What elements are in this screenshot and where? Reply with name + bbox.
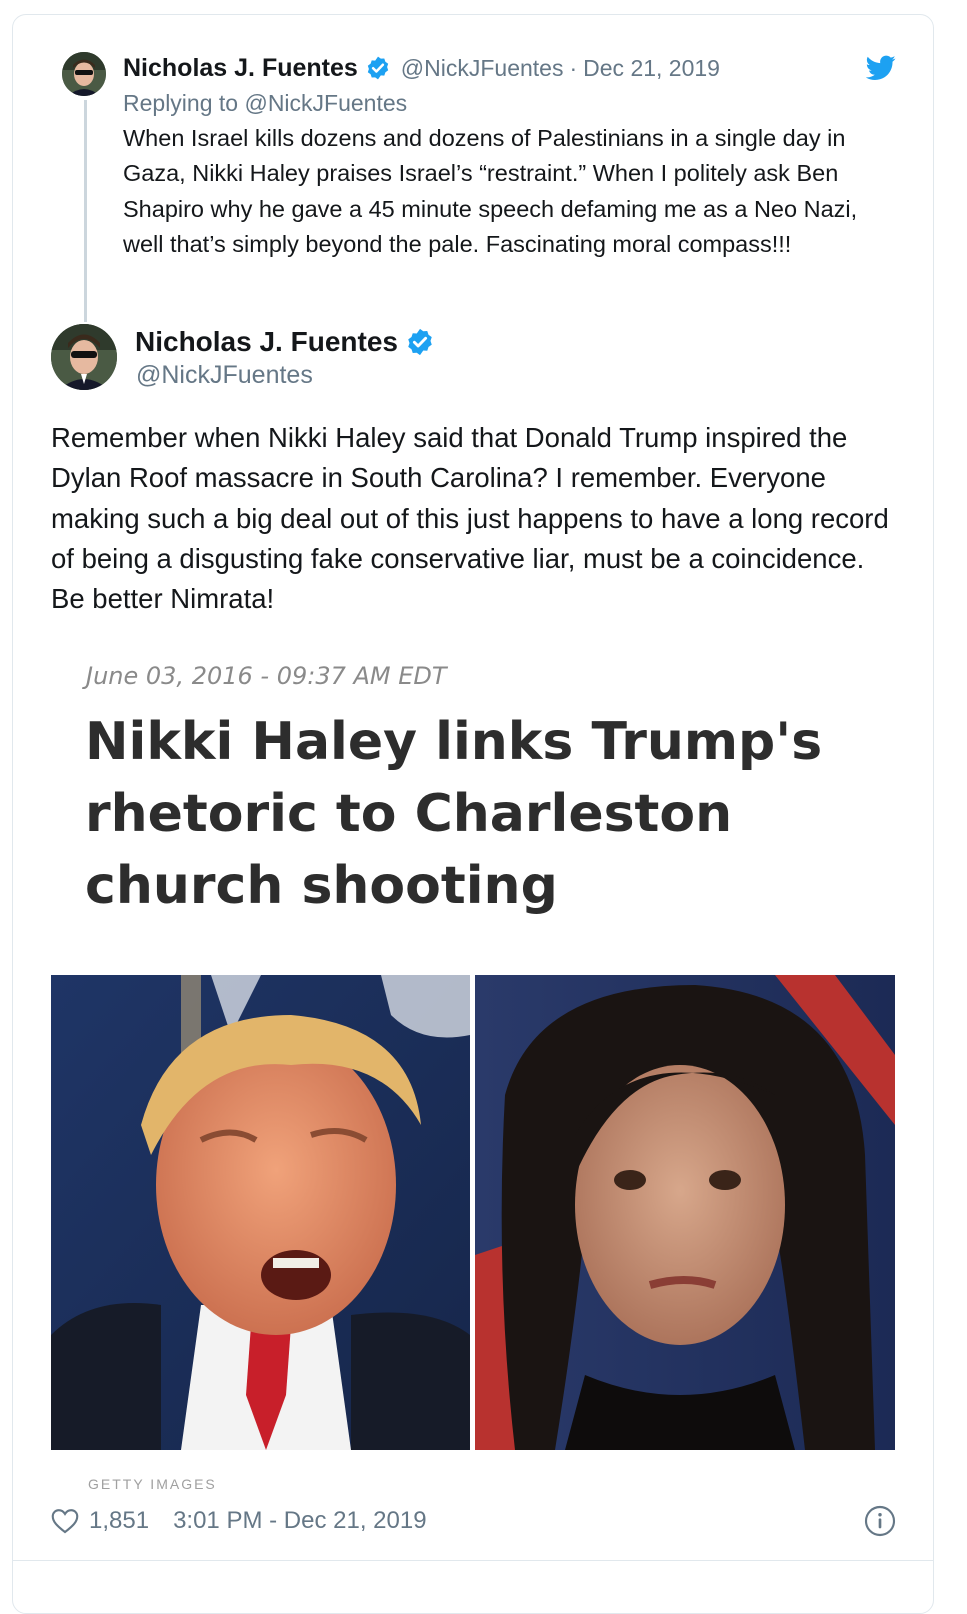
verified-badge-icon bbox=[405, 327, 435, 357]
twitter-bird-icon[interactable] bbox=[865, 55, 896, 81]
verified-badge-icon bbox=[365, 55, 391, 81]
main-tweet-text: Remember when Nikki Haley said that Dona… bbox=[51, 422, 889, 615]
heart-icon[interactable] bbox=[51, 1508, 79, 1534]
thread-connector bbox=[84, 100, 87, 322]
parent-handle[interactable]: @NickJFuentes bbox=[401, 55, 564, 82]
main-avatar[interactable] bbox=[51, 324, 117, 390]
separator-dot: · bbox=[569, 54, 578, 81]
parent-avatar[interactable] bbox=[62, 52, 106, 96]
tweet-footer: 1,851 3:01 PM - Dec 21, 2019 bbox=[51, 1503, 427, 1539]
info-icon[interactable] bbox=[864, 1505, 896, 1537]
parent-author-name[interactable]: Nicholas J. Fuentes bbox=[123, 54, 358, 83]
main-handle[interactable]: @NickJFuentes bbox=[136, 361, 313, 390]
main-author: Nicholas J. Fuentes bbox=[135, 326, 435, 358]
replying-prefix: Replying to bbox=[123, 90, 239, 116]
photo-haley bbox=[475, 975, 895, 1450]
parent-tweet-header: Nicholas J. Fuentes @NickJFuentes · Dec … bbox=[123, 54, 720, 82]
parent-tweet-text: When Israel kills dozens and dozens of P… bbox=[123, 125, 858, 257]
main-author-name[interactable]: Nicholas J. Fuentes bbox=[135, 326, 398, 358]
photo-credit: GETTY IMAGES bbox=[88, 1476, 217, 1490]
footer-divider bbox=[12, 1560, 934, 1561]
parent-date[interactable]: Dec 21, 2019 bbox=[583, 55, 720, 82]
article-date: June 03, 2016 - 09:37 AM EDT bbox=[86, 662, 447, 690]
article-headline: Nikki Haley links Trump's rhetoric to Ch… bbox=[85, 712, 823, 916]
like-count[interactable]: 1,851 bbox=[89, 1507, 149, 1535]
attached-article-image[interactable]: June 03, 2016 - 09:37 AM EDT Nikki Haley… bbox=[51, 640, 895, 1490]
replying-to-link[interactable]: @NickJFuentes bbox=[244, 90, 407, 116]
replying-to: Replying to @NickJFuentes bbox=[123, 90, 407, 117]
photo-trump bbox=[51, 975, 470, 1450]
tweet-timestamp[interactable]: 3:01 PM - Dec 21, 2019 bbox=[173, 1507, 426, 1535]
